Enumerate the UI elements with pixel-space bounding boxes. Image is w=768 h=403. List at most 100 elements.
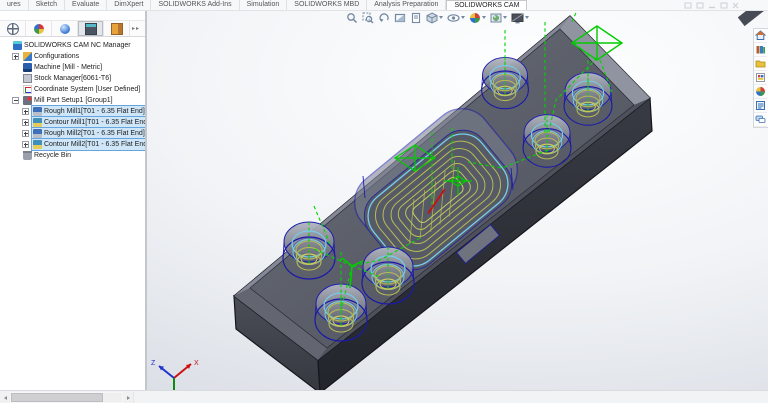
restore-icon[interactable] [684, 2, 692, 9]
graphics-area[interactable]: X Z [147, 0, 768, 398]
apply-scene-button[interactable] [489, 11, 508, 24]
view-palette-button[interactable] [754, 71, 767, 85]
cam-feature-tree-icon [84, 22, 97, 35]
cam-operation-tree: SOLIDWORKS CAM NC Manager Configurations… [0, 37, 145, 161]
scroll-right-button[interactable] [123, 392, 133, 403]
expand-toggle[interactable] [22, 108, 29, 115]
mill-part-setup-icon [23, 96, 32, 105]
tree-horizontal-scrollbar[interactable] [0, 392, 134, 403]
solidworks-forum-button[interactable] [754, 113, 767, 127]
stock-manager-icon [23, 74, 32, 83]
edit-appearance-icon [470, 12, 480, 23]
ribbon-tab-analysis-preparation[interactable]: Analysis Preparation [367, 0, 447, 10]
tree-item-label: Machine [Mill - Metric] [34, 64, 103, 71]
appearances-scenes-button[interactable] [754, 85, 767, 99]
file-explorer-icon [755, 60, 766, 68]
ribbon-tab-simulation[interactable]: Simulation [240, 0, 288, 10]
expand-toggle[interactable] [22, 130, 29, 137]
contour-mill-icon [33, 140, 42, 149]
collapse-toggle[interactable] [12, 97, 19, 104]
manager-tabs-overflow[interactable]: ▸▸ [130, 25, 140, 32]
ribbon-tab-mbd[interactable]: SOLIDWORKS MBD [287, 0, 368, 10]
machine-icon [23, 63, 32, 72]
zoom-to-area-button[interactable] [361, 11, 375, 24]
hide-show-items-button[interactable] [446, 11, 466, 24]
edit-appearance-button[interactable] [468, 11, 487, 24]
scrollbar-thumb[interactable] [11, 393, 103, 402]
expand-toggle[interactable] [22, 119, 29, 126]
section-view-button[interactable] [393, 11, 407, 24]
ribbon-tab-addins[interactable]: SOLIDWORKS Add-Ins [151, 0, 240, 10]
scroll-left-button[interactable] [0, 392, 10, 403]
feature-manager-panel: ▸▸ SOLIDWORKS CAM NC Manager Configurati… [0, 10, 145, 390]
tab-property-manager[interactable] [26, 21, 52, 36]
file-explorer-button[interactable] [754, 57, 767, 71]
properties-icon[interactable] [696, 2, 704, 9]
custom-properties-button[interactable] [754, 99, 767, 113]
chevron-down-icon [461, 16, 465, 19]
status-message-area [134, 391, 768, 403]
view-settings-button[interactable] [510, 11, 530, 24]
scrollbar-track[interactable] [11, 393, 122, 402]
tab-cam-feature-tree[interactable] [78, 21, 104, 36]
manager-tab-strip: ▸▸ [0, 20, 145, 37]
feature-manager-tree-icon [6, 22, 19, 35]
tree-item-label: Rough Mill2[T01 - 6.35 Flat End] [44, 130, 145, 137]
tree-item-label: Stock Manager[6061-T6] [34, 75, 112, 82]
restore-icon[interactable] [720, 2, 728, 9]
tree-item-label: Contour Mill2[T01 - 6.35 Flat End] [44, 141, 145, 148]
display-style-button[interactable] [425, 11, 444, 24]
chevron-down-icon [439, 16, 443, 19]
tree-item-recycle-bin[interactable]: Recycle Bin [0, 150, 145, 161]
ribbon-tab-features[interactable]: ures [0, 0, 29, 10]
tab-display-manager[interactable] [52, 21, 78, 36]
hide-show-items-icon [447, 13, 460, 22]
appearances-scenes-icon [756, 87, 765, 96]
display-style-icon [426, 11, 438, 24]
view-settings-icon [511, 13, 524, 23]
tree-item-label: Mill Part Setup1 [Group1] [34, 97, 113, 104]
solidworks-resources-icon [755, 30, 766, 40]
close-icon[interactable] [732, 2, 739, 9]
design-library-button[interactable] [754, 43, 767, 57]
solidworks-resources-button[interactable] [754, 29, 767, 43]
task-pane-strip [753, 28, 768, 128]
zoom-to-area-icon [362, 12, 374, 23]
nc-manager-icon [13, 41, 22, 50]
expand-toggle[interactable] [22, 141, 29, 148]
model-scene[interactable] [147, 10, 768, 390]
scroll-right-icon [126, 395, 130, 400]
configurations-icon [23, 52, 32, 61]
rough-mill-icon [33, 129, 42, 138]
tree-item-label: Rough Mill1[T01 - 6.35 Flat End] [44, 108, 145, 115]
previous-view-button[interactable] [377, 11, 391, 24]
solidworks-forum-icon [755, 115, 766, 123]
tab-cam-operation-tree[interactable] [104, 21, 130, 36]
chevron-down-icon [525, 16, 529, 19]
solidworks-window: ures Sketch Evaluate DimXpert SOLIDWORKS… [0, 0, 768, 403]
annotation-views-icon [411, 12, 421, 23]
ribbon-tab-dimxpert[interactable]: DimXpert [107, 0, 152, 10]
previous-view-icon [379, 12, 389, 22]
triad-x-label: X [194, 360, 199, 367]
display-manager-icon [59, 23, 70, 34]
triad-z-label: Z [151, 360, 156, 367]
cam-operation-tree-icon [110, 22, 123, 35]
ribbon-tab-solidworks-cam[interactable]: SOLIDWORKS CAM [446, 0, 528, 10]
design-library-icon [756, 46, 765, 54]
expand-toggle[interactable] [12, 53, 19, 60]
document-window-controls [684, 2, 739, 9]
zoom-to-fit-button[interactable] [345, 11, 359, 24]
recycle-bin-icon [23, 151, 32, 160]
ribbon-tab-evaluate[interactable]: Evaluate [65, 0, 108, 10]
chevron-down-icon [482, 16, 486, 19]
status-bar [0, 390, 768, 403]
annotation-views-button[interactable] [409, 11, 423, 24]
tree-item-label: Contour Mill1[T01 - 6.35 Flat End] [44, 119, 145, 126]
zoom-to-fit-icon [347, 12, 358, 23]
tab-feature-manager-tree[interactable] [0, 21, 26, 36]
rough-mill-icon [33, 107, 42, 116]
scroll-left-icon [3, 395, 7, 400]
ribbon-tab-sketch[interactable]: Sketch [29, 0, 66, 10]
tree-item-label: Recycle Bin [34, 152, 71, 159]
